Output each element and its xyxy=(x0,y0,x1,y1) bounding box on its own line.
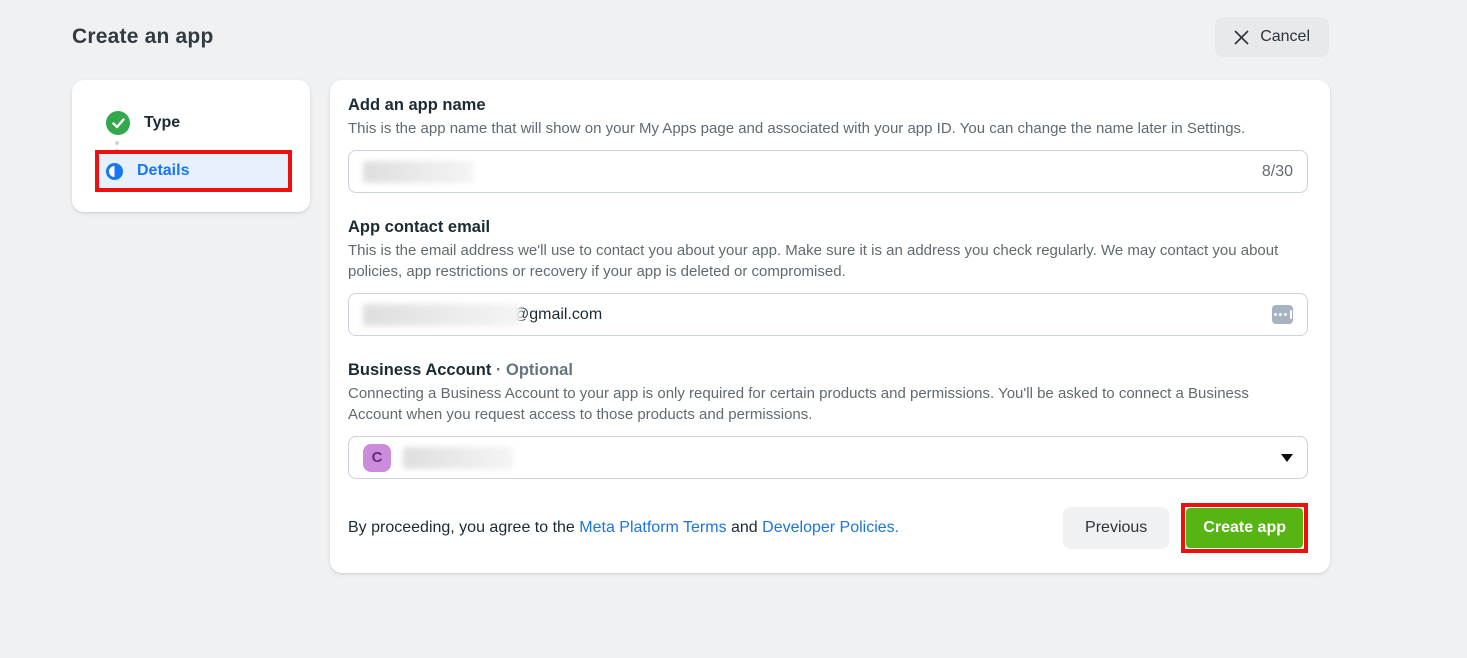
app-name-field: Add an app name This is the app name tha… xyxy=(348,95,1308,193)
annotation-box-details: Details xyxy=(95,150,292,192)
stepper-item-details-label: Details xyxy=(137,162,189,180)
app-name-input[interactable]: 8/30 xyxy=(348,150,1308,193)
previous-button[interactable]: Previous xyxy=(1063,507,1169,549)
stepper-card: Type Details xyxy=(72,80,310,212)
business-account-select[interactable]: C xyxy=(348,436,1308,479)
redacted-app-name-value xyxy=(363,161,473,183)
optional-tag: · Optional xyxy=(491,361,573,379)
autofill-extension-icon[interactable] xyxy=(1272,305,1293,324)
page-title: Create an app xyxy=(72,25,213,49)
annotation-box-create-app: Create app xyxy=(1181,503,1308,553)
chevron-down-icon xyxy=(1281,454,1293,462)
stepper-item-type-label: Type xyxy=(144,114,180,132)
half-circle-progress-icon xyxy=(106,163,123,180)
business-account-field: Business Account · Optional Connecting a… xyxy=(348,360,1308,479)
contact-email-description: This is the email address we'll use to c… xyxy=(348,240,1293,282)
check-circle-icon xyxy=(106,111,130,135)
create-app-button[interactable]: Create app xyxy=(1186,508,1303,548)
app-name-label: Add an app name xyxy=(348,95,1308,116)
contact-email-label: App contact email xyxy=(348,217,1308,238)
stepper-connector-dot xyxy=(115,141,119,145)
form-footer: By proceeding, you agree to the Meta Pla… xyxy=(348,503,1308,553)
developer-policies-link[interactable]: Developer Policies. xyxy=(762,519,899,536)
stepper-item-type[interactable]: Type xyxy=(106,110,310,136)
email-visible-domain: @gmail.com xyxy=(513,306,602,324)
app-details-form-card: Add an app name This is the app name tha… xyxy=(330,80,1330,573)
char-counter: 8/30 xyxy=(1262,163,1293,181)
business-account-description: Connecting a Business Account to your ap… xyxy=(348,383,1293,425)
redacted-email-value xyxy=(363,304,521,326)
content-row: Type Details Add an app name This is the… xyxy=(72,80,1330,573)
close-icon xyxy=(1234,30,1249,45)
business-account-label: Business Account · Optional xyxy=(348,360,1308,381)
redacted-business-account-name xyxy=(403,447,513,469)
contact-email-field: App contact email This is the email addr… xyxy=(348,217,1308,336)
create-app-page: Create an app Cancel Type Details xyxy=(0,0,1467,658)
cancel-button[interactable]: Cancel xyxy=(1215,17,1329,57)
meta-platform-terms-link[interactable]: Meta Platform Terms xyxy=(579,519,726,536)
cancel-button-label: Cancel xyxy=(1260,28,1310,46)
page-header: Create an app Cancel xyxy=(72,17,1329,57)
contact-email-input[interactable]: @gmail.com xyxy=(348,293,1308,336)
stepper-item-details[interactable]: Details xyxy=(99,154,288,188)
business-account-avatar: C xyxy=(363,444,391,472)
app-name-description: This is the app name that will show on y… xyxy=(348,118,1293,139)
terms-text: By proceeding, you agree to the Meta Pla… xyxy=(348,519,899,537)
